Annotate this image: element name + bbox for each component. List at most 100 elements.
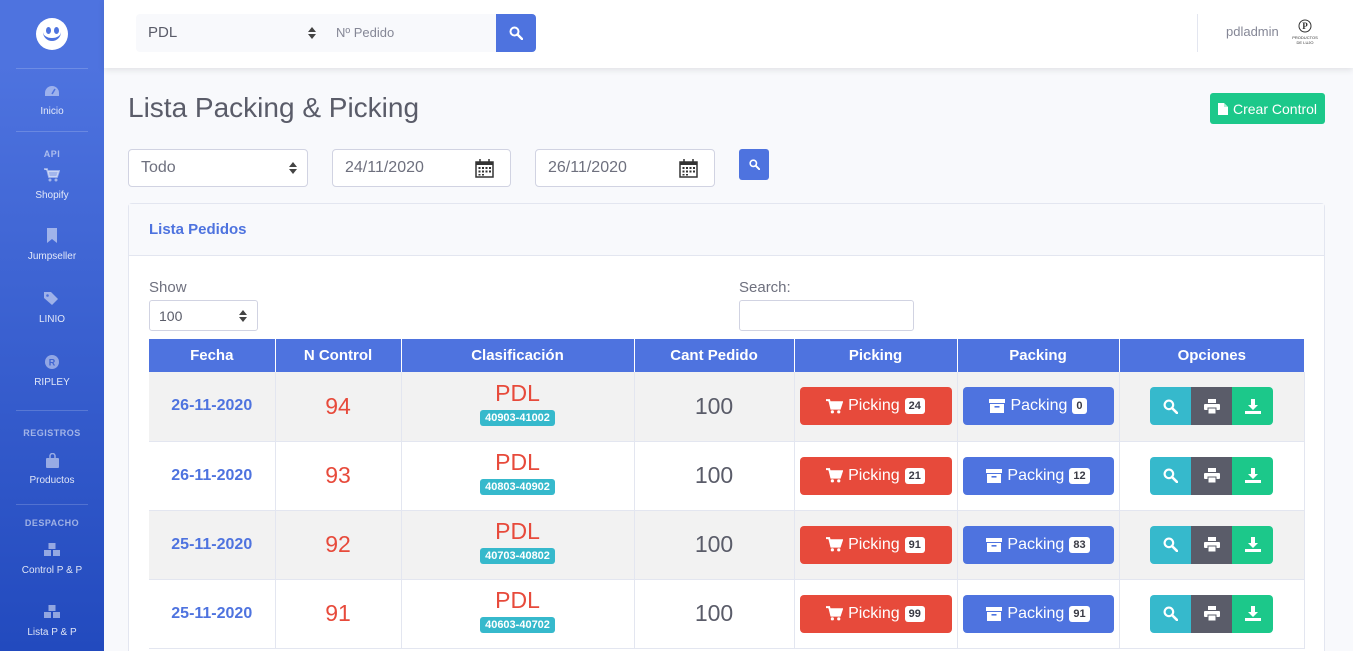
brand[interactable] [0, 0, 104, 68]
print-button[interactable] [1191, 456, 1232, 495]
store-select-value: PDL [148, 24, 178, 41]
sidebar-item-inicio[interactable]: Inicio [0, 69, 104, 131]
search-label: Search: [739, 279, 791, 296]
order-number-input[interactable]: Nº Pedido [326, 14, 496, 52]
column-header-cant-pedido[interactable]: Cant Pedido [634, 339, 795, 372]
topbar: PDL Nº Pedido pdladmin P PRODUCTOS DE LU… [104, 0, 1353, 68]
create-control-button[interactable]: Crear Control [1210, 93, 1325, 124]
page-title: Lista Packing & Picking [128, 92, 420, 123]
print-icon [1203, 537, 1220, 552]
download-button[interactable] [1232, 525, 1273, 564]
user-avatar[interactable]: P PRODUCTOS DE LUJO [1290, 18, 1320, 48]
search-icon [748, 159, 760, 170]
sidebar-item-lista-pp[interactable]: Lista P & P [0, 584, 104, 644]
bag-icon [44, 452, 60, 468]
column-header-picking[interactable]: Picking [794, 339, 958, 372]
picking-label: Picking [848, 397, 900, 415]
picking-button[interactable]: Picking 99 [799, 594, 952, 633]
row-options [1150, 594, 1273, 633]
row-control-number: 92 [325, 531, 351, 557]
row-classification: PDL [495, 379, 540, 406]
packing-button[interactable]: Packing 91 [962, 594, 1114, 633]
date-from-value: 24/11/2020 [345, 159, 424, 176]
row-quantity: 100 [694, 531, 734, 557]
type-filter-select[interactable]: Todo [128, 149, 308, 187]
view-button[interactable] [1150, 456, 1191, 495]
packing-button[interactable]: Packing 12 [962, 456, 1114, 495]
store-select[interactable]: PDL [136, 14, 326, 52]
column-header-packing[interactable]: Packing [957, 339, 1120, 372]
bookmark-icon [44, 228, 60, 244]
picking-count-badge: 99 [904, 605, 925, 622]
page-length-select[interactable]: 100 [149, 300, 258, 331]
view-button[interactable] [1150, 525, 1191, 564]
date-to-value: 26/11/2020 [548, 159, 627, 176]
print-button[interactable] [1191, 525, 1232, 564]
row-classification: PDL [495, 587, 540, 613]
packing-button[interactable]: Packing 0 [962, 387, 1114, 426]
row-quantity: 100 [694, 462, 734, 488]
sidebar-item-linio[interactable]: LINIO [0, 272, 104, 335]
view-button[interactable] [1150, 594, 1191, 633]
download-icon [1244, 537, 1261, 552]
column-header-ncontrol[interactable]: N Control [275, 339, 402, 372]
filter-search-button[interactable] [739, 149, 769, 180]
column-header-fecha[interactable]: Fecha [149, 339, 276, 372]
show-label: Show [149, 279, 187, 296]
sidebar-item-productos[interactable]: Productos [0, 438, 104, 494]
cart-icon [826, 537, 844, 552]
sidebar-item-shopify[interactable]: Shopify [0, 159, 104, 209]
print-button[interactable] [1191, 387, 1232, 426]
sidebar-item-label: Control P & P [21, 565, 83, 576]
sidebar-item-ripley[interactable]: R RIPLEY [0, 335, 104, 398]
productos-de-lujo-logo: P PRODUCTOS DE LUJO [1292, 19, 1318, 45]
packing-label: Packing [1007, 466, 1065, 484]
download-button[interactable] [1232, 387, 1273, 426]
packing-label: Packing [1010, 397, 1068, 415]
create-control-label: Crear Control [1232, 100, 1318, 117]
sidebar-item-jumpseller[interactable]: Jumpseller [0, 209, 104, 272]
picking-button[interactable]: Picking 24 [799, 387, 952, 426]
download-button[interactable] [1232, 456, 1273, 495]
packing-button[interactable]: Packing 83 [962, 525, 1114, 564]
sidebar-item-control-pp[interactable]: Control P & P [0, 528, 104, 584]
download-icon [1244, 398, 1261, 414]
row-control-number: 91 [325, 600, 351, 626]
cubes-icon [44, 542, 60, 558]
table-search-input[interactable] [739, 300, 914, 331]
cart-icon [826, 606, 844, 621]
brand-logo-icon[interactable] [36, 18, 68, 50]
search-icon [509, 26, 523, 40]
print-icon [1203, 468, 1220, 483]
topbar-divider [1197, 14, 1198, 52]
picking-button[interactable]: Picking 91 [799, 525, 952, 564]
sidebar-divider [16, 410, 88, 411]
sidebar-item-label: LINIO [38, 313, 66, 325]
user-name[interactable]: pdladmin [1226, 24, 1279, 39]
row-quantity: 100 [694, 600, 734, 626]
column-header-clasificacion[interactable]: Clasificación [401, 339, 635, 372]
cart-icon [826, 468, 844, 483]
row-range-badge: 40803-40902 [480, 479, 555, 495]
column-header-opciones[interactable]: Opciones [1119, 339, 1304, 372]
sidebar-item-label: Inicio [40, 106, 64, 117]
date-to-input[interactable]: 26/11/2020 [535, 149, 715, 187]
view-button[interactable] [1150, 387, 1191, 426]
picking-count-badge: 91 [904, 536, 925, 553]
print-button[interactable] [1191, 594, 1232, 633]
card-title: Lista Pedidos [129, 204, 1324, 256]
svg-text:DE LUJO: DE LUJO [1297, 40, 1314, 45]
picking-label: Picking [848, 604, 900, 622]
cart-icon [826, 398, 844, 414]
date-from-input[interactable]: 24/11/2020 [332, 149, 511, 187]
download-button[interactable] [1232, 594, 1273, 633]
calendar-icon[interactable] [475, 159, 494, 178]
row-range-badge: 40903-41002 [480, 409, 555, 426]
top-search-button[interactable] [496, 14, 536, 52]
download-icon [1244, 606, 1261, 621]
packing-count-badge: 83 [1069, 536, 1090, 553]
row-date: 26-11-2020 [171, 466, 253, 484]
row-options [1150, 525, 1273, 564]
calendar-icon[interactable] [679, 159, 698, 178]
picking-button[interactable]: Picking 21 [799, 456, 952, 495]
